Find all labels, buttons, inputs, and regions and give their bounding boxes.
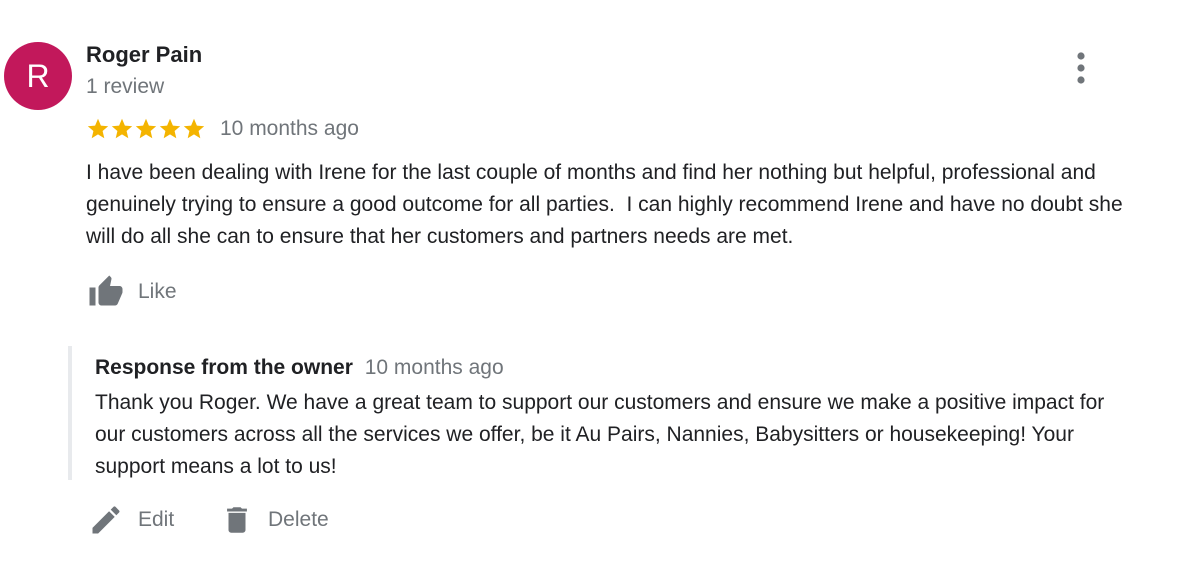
avatar[interactable]: R — [4, 42, 72, 110]
trash-icon — [227, 507, 247, 533]
edit-label: Edit — [138, 508, 175, 531]
rating-row: 10 months ago — [86, 114, 359, 144]
more-vert-icon — [1077, 52, 1085, 84]
response-header: Response from the owner 10 months ago — [95, 356, 504, 380]
response-title: Response from the owner — [95, 356, 353, 379]
response-text: Thank you Roger. We have a great team to… — [95, 391, 1105, 478]
pencil-icon — [92, 506, 120, 534]
like-label: Like — [138, 280, 177, 303]
review-text: I have been dealing with Irene for the l… — [86, 161, 1129, 248]
delete-label: Delete — [268, 508, 329, 531]
star-icon — [111, 118, 133, 139]
review-date: 10 months ago — [220, 117, 359, 140]
delete-button[interactable]: Delete — [220, 498, 329, 542]
review-card: R Roger Pain 1 review 10 months ago I ha… — [0, 0, 1200, 586]
review-count[interactable]: 1 review — [86, 75, 164, 99]
thumbs-up-icon — [89, 275, 123, 306]
more-options-button[interactable] — [1064, 48, 1098, 88]
edit-button[interactable]: Edit — [88, 498, 174, 542]
star-icon — [159, 118, 181, 139]
like-button[interactable]: Like — [86, 272, 177, 312]
star-icon — [87, 118, 109, 139]
star-icon — [183, 118, 205, 139]
reviewer-name[interactable]: Roger Pain — [86, 42, 202, 68]
owner-response: Response from the owner 10 months ago Th… — [68, 346, 1152, 480]
response-date: 10 months ago — [364, 356, 504, 379]
star-icon — [135, 118, 157, 139]
star-rating — [86, 117, 206, 141]
